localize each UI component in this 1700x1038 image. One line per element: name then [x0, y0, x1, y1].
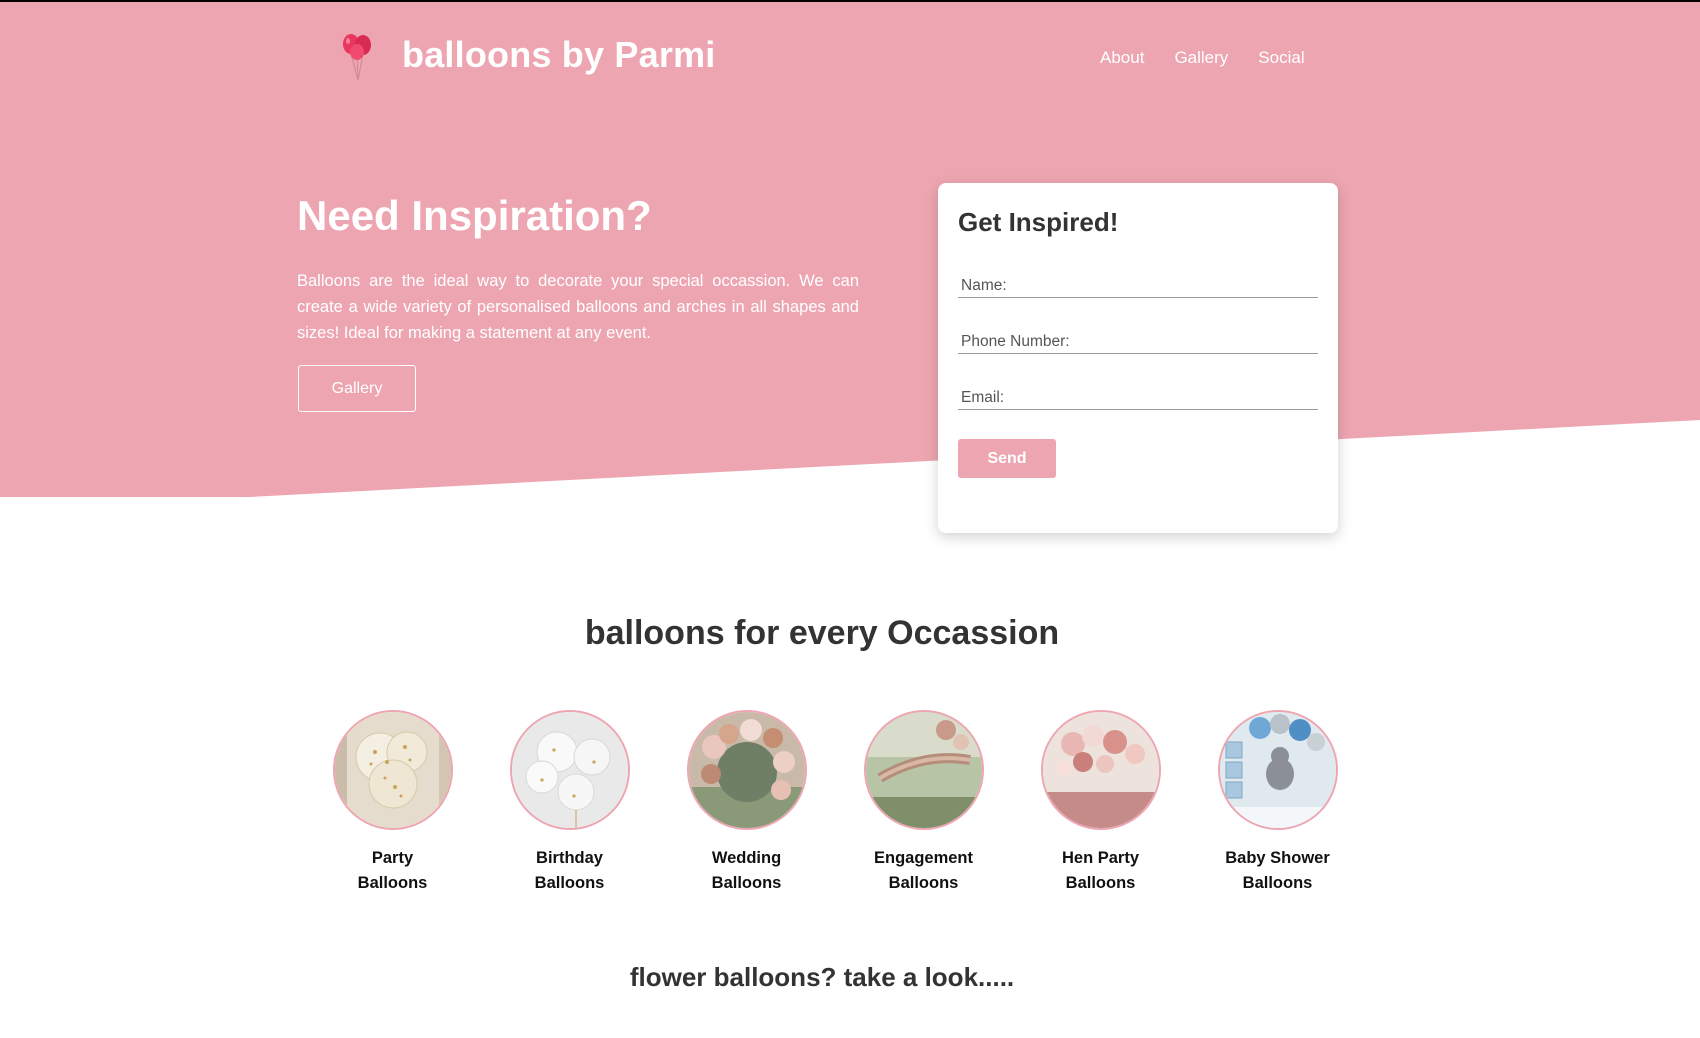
nav-social-link[interactable]: Social — [1258, 48, 1304, 68]
hero-background — [0, 0, 1700, 497]
occasion-birthday[interactable]: Birthday Balloons — [481, 710, 658, 896]
birthday-balloons-image[interactable] — [509, 710, 630, 830]
occasion-label-line1: Engagement — [873, 849, 974, 867]
email-field[interactable] — [958, 386, 1318, 410]
occasion-label-line2: Balloons — [888, 874, 959, 892]
occasion-label-line1: Birthday — [536, 849, 603, 867]
occasion-label-line2: Balloons — [357, 874, 428, 892]
occasion-label-line1: Baby Shower — [1225, 849, 1330, 867]
hen-party-balloons-image[interactable] — [1040, 710, 1161, 830]
occasion-label-line1: Party — [371, 849, 414, 867]
name-field[interactable] — [958, 274, 1318, 298]
occasion-baby-shower[interactable]: Baby Shower Balloons — [1189, 710, 1366, 896]
hero-title: Need Inspiration? — [297, 192, 652, 239]
occasion-label: Birthday Balloons — [495, 846, 645, 896]
nav-about-link[interactable]: About — [1100, 48, 1144, 68]
nav-gallery-link[interactable]: Gallery — [1174, 48, 1228, 68]
gallery-button[interactable]: Gallery — [298, 365, 416, 412]
occasions-list: Party Balloons Birthday Balloons Wedding… — [304, 710, 1366, 896]
occasion-label-line2: Balloons — [1242, 874, 1313, 892]
flower-balloons-title: flower balloons? take a look..... — [629, 962, 1015, 992]
occasion-label-line2: Balloons — [534, 874, 605, 892]
party-balloons-image[interactable] — [332, 710, 453, 830]
occasion-label-line2: Balloons — [711, 874, 782, 892]
occasion-label-line2: Balloons — [1065, 874, 1136, 892]
occasion-label-line1: Wedding — [711, 849, 782, 867]
occasion-engagement[interactable]: Engagement Balloons — [835, 710, 1012, 896]
occasion-party[interactable]: Party Balloons — [304, 710, 481, 896]
occasion-hen-party[interactable]: Hen Party Balloons — [1012, 710, 1189, 896]
occasion-label-line1: Hen Party — [1061, 849, 1140, 867]
occasion-label: Hen Party Balloons — [1026, 846, 1176, 896]
occasions-title: balloons for every Occassion — [584, 614, 1060, 652]
inspiration-form-card: Get Inspired! Send — [938, 183, 1338, 533]
wedding-balloons-image[interactable] — [686, 710, 807, 830]
occasion-label: Baby Shower Balloons — [1203, 846, 1353, 896]
baby-shower-balloons-image[interactable] — [1217, 710, 1338, 830]
top-border — [0, 0, 1700, 2]
form-title: Get Inspired! — [958, 207, 1119, 237]
phone-field[interactable] — [958, 330, 1318, 354]
occasion-wedding[interactable]: Wedding Balloons — [658, 710, 835, 896]
occasion-label: Wedding Balloons — [672, 846, 822, 896]
engagement-balloons-image[interactable] — [863, 710, 984, 830]
balloon-icon[interactable] — [340, 32, 374, 82]
send-button[interactable]: Send — [958, 439, 1056, 478]
occasion-label: Engagement Balloons — [849, 846, 999, 896]
brand-title[interactable]: balloons by Parmi — [402, 34, 715, 76]
main-nav: About Gallery Social — [1100, 48, 1305, 68]
hero-description: Balloons are the ideal way to decorate y… — [297, 272, 859, 342]
occasion-label: Party Balloons — [318, 846, 468, 896]
